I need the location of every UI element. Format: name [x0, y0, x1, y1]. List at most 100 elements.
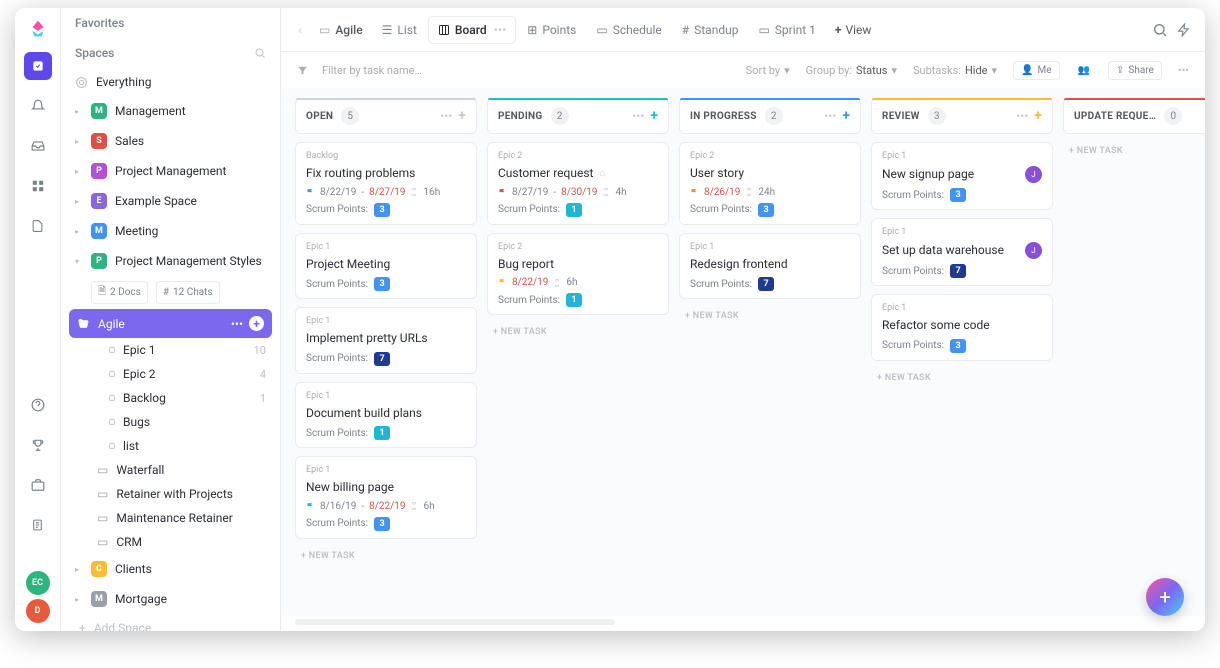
column-add-icon[interactable]: + [842, 108, 850, 124]
add-space[interactable]: +Add Space [61, 614, 280, 631]
collapse-sidebar-icon[interactable]: ‹ [291, 21, 309, 39]
tab-list[interactable]: ☰List [373, 17, 426, 43]
crumb-label: Agile [335, 23, 362, 37]
list-epic1[interactable]: Epic 110 [61, 338, 280, 362]
rail-avatar-1[interactable]: EC [26, 571, 50, 595]
filter-input[interactable]: Filter by task name… [322, 64, 422, 77]
add-view-button[interactable]: +View [827, 19, 880, 41]
folder-maintenance[interactable]: ▭Maintenance Retainer [61, 506, 280, 530]
search-icon[interactable] [1149, 19, 1171, 41]
new-task-button[interactable]: + NEW TASK [487, 323, 669, 341]
column-title: UPDATE REQUE… [1074, 111, 1156, 122]
horizontal-scrollbar[interactable] [295, 619, 615, 625]
more-icon[interactable]: ••• [494, 23, 507, 37]
column-more-icon[interactable]: ••• [440, 109, 452, 123]
breadcrumb[interactable]: ▭Agile [311, 19, 371, 41]
list-epic2[interactable]: Epic 24 [61, 362, 280, 386]
task-card[interactable]: Epic 1 Redesign frontend Scrum Points:7 [679, 233, 861, 300]
automation-icon[interactable] [1173, 19, 1195, 41]
assignee-avatar[interactable]: J [1025, 242, 1042, 259]
column-add-icon[interactable]: + [1034, 108, 1042, 124]
card-epic: Epic 1 [882, 227, 1042, 237]
space-meeting[interactable]: ▸MMeeting [61, 216, 280, 246]
docs-chip[interactable]: 🗎2 Docs [91, 281, 148, 304]
space-example[interactable]: ▸EExample Space [61, 186, 280, 216]
column-add-icon[interactable]: + [458, 108, 466, 124]
tab-sprint1[interactable]: ▭Sprint 1 [749, 17, 824, 43]
task-card[interactable]: Epic 2 Customer request⌂ 8/27/19-8/30/19… [487, 142, 669, 225]
date-sep: - [553, 187, 556, 198]
tab-standup[interactable]: #Standup [673, 17, 748, 43]
filter-icon[interactable] [297, 65, 308, 76]
space-sales[interactable]: ▸SSales [61, 126, 280, 156]
task-card[interactable]: Epic 1 Set up data warehouseJ Scrum Poin… [871, 218, 1053, 286]
space-mortgage[interactable]: ▸MMortgage [61, 584, 280, 614]
caret-icon: ▸ [75, 197, 83, 206]
new-task-button[interactable]: + NEW TASK [679, 307, 861, 325]
rail-docs-icon[interactable] [24, 212, 52, 240]
task-card[interactable]: Epic 2 User story 8/26/1924h Scrum Point… [679, 142, 861, 225]
assignees-button[interactable]: 👥 [1076, 62, 1092, 79]
folder-agile[interactable]: Agile ••• + [69, 309, 272, 338]
me-button[interactable]: 👤Me [1013, 61, 1060, 80]
space-pms[interactable]: ▾PProject Management Styles [61, 246, 280, 276]
card-meta: 8/22/196h [498, 277, 658, 288]
task-card[interactable]: Epic 1 Implement pretty URLs Scrum Point… [295, 307, 477, 374]
folder-retainer[interactable]: ▭Retainer with Projects [61, 482, 280, 506]
rail-home-icon[interactable] [24, 52, 52, 80]
space-clients[interactable]: ▸CClients [61, 554, 280, 584]
column-more-icon[interactable]: ••• [632, 109, 644, 123]
rail-briefcase-icon[interactable] [24, 471, 52, 499]
column-more-icon[interactable]: ••• [824, 109, 836, 123]
list-backlog[interactable]: Backlog1 [61, 386, 280, 410]
points-label: Scrum Points: [306, 279, 368, 290]
list-list[interactable]: list [61, 434, 280, 458]
group-by[interactable]: Group by: Status▾ [806, 64, 897, 77]
card-points-row: Scrum Points:3 [690, 203, 850, 217]
more-icon[interactable]: ••• [231, 317, 243, 331]
rail-clipboard-icon[interactable] [24, 511, 52, 539]
add-icon[interactable]: + [249, 316, 264, 331]
more-icon[interactable]: ••• [1178, 64, 1189, 77]
rail-trophy-icon[interactable] [24, 431, 52, 459]
tab-schedule[interactable]: ▭Schedule [587, 17, 670, 43]
fab-create-button[interactable]: + [1146, 578, 1184, 616]
task-card[interactable]: Epic 1 New signup pageJ Scrum Points:3 [871, 142, 1053, 210]
sort-by[interactable]: Sort by▾ [746, 64, 790, 77]
tab-board[interactable]: Board••• [428, 16, 516, 44]
column-add-icon[interactable]: + [650, 108, 658, 124]
space-project-management[interactable]: ▸PProject Management [61, 156, 280, 186]
subtasks-toggle[interactable]: Subtasks: Hide▾ [913, 64, 997, 77]
space-label: Project Management Styles [115, 254, 262, 268]
share-button[interactable]: ⇪Share [1108, 61, 1162, 80]
rail-inbox-icon[interactable] [24, 132, 52, 160]
rail-help-icon[interactable] [24, 391, 52, 419]
card-hours: 6h [423, 501, 434, 512]
list-bugs[interactable]: Bugs [61, 410, 280, 434]
tab-points[interactable]: ⊞Points [518, 17, 585, 43]
space-management[interactable]: ▸MManagement [61, 96, 280, 126]
rail-apps-icon[interactable] [24, 172, 52, 200]
task-card[interactable]: Epic 1 Refactor some code Scrum Points:3 [871, 294, 1053, 361]
sidebar-favorites-header[interactable]: Favorites [61, 8, 280, 38]
task-card[interactable]: Epic 1 Project Meeting Scrum Points:3 [295, 233, 477, 300]
task-card[interactable]: Epic 1 New billing page 8/16/19-8/22/196… [295, 456, 477, 539]
column-more-icon[interactable]: ••• [1016, 109, 1028, 123]
task-card[interactable]: Epic 2 Bug report 8/22/196h Scrum Points… [487, 233, 669, 316]
rail-notifications-icon[interactable] [24, 92, 52, 120]
sidebar-everything[interactable]: Everything [61, 68, 280, 96]
folder-crm[interactable]: ▭CRM [61, 530, 280, 554]
new-task-button[interactable]: + NEW TASK [295, 547, 477, 565]
chats-chip[interactable]: #12 Chats [156, 281, 220, 304]
assignee-avatar[interactable]: J [1025, 166, 1042, 183]
search-icon[interactable] [254, 47, 266, 59]
card-title: New signup page [882, 167, 974, 183]
tab-label: Standup [694, 23, 738, 37]
sidebar-spaces-header[interactable]: Spaces [61, 38, 280, 68]
new-task-button[interactable]: + NEW TASK [1063, 142, 1205, 160]
folder-waterfall[interactable]: ▭Waterfall [61, 458, 280, 482]
task-card[interactable]: Backlog Fix routing problems 8/22/19-8/2… [295, 142, 477, 225]
rail-avatar-2[interactable]: D [26, 599, 50, 623]
new-task-button[interactable]: + NEW TASK [871, 369, 1053, 387]
task-card[interactable]: Epic 1 Document build plans Scrum Points… [295, 382, 477, 449]
